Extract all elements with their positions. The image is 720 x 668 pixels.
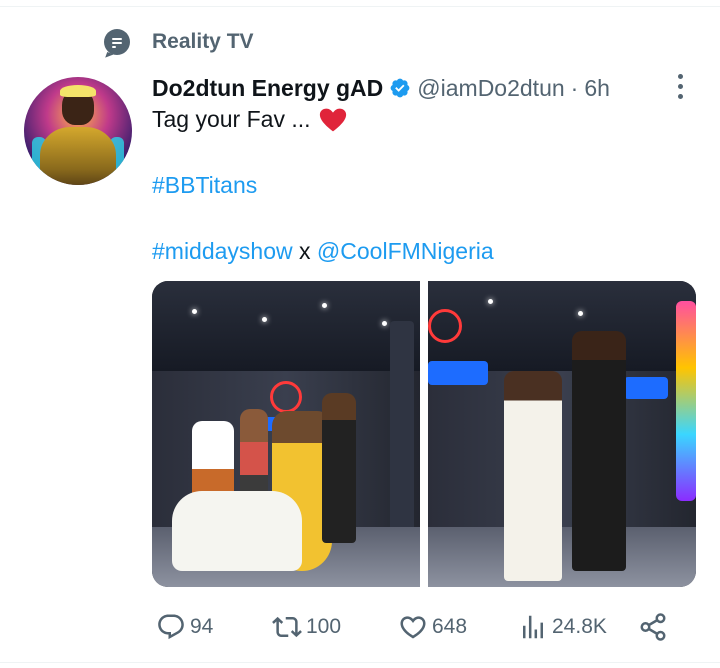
separator-dot: ·	[570, 74, 579, 101]
author-handle[interactable]: @iamDo2dtun	[417, 75, 564, 102]
tweet-actions: 94 100 648 24.8K	[152, 610, 682, 644]
like-button[interactable]: 648	[398, 610, 467, 644]
photo-1[interactable]	[152, 281, 420, 587]
display-name[interactable]: Do2dtun Energy gAD	[152, 75, 383, 102]
photo-2[interactable]	[428, 281, 696, 587]
connector-text: x	[299, 238, 311, 264]
share-icon	[640, 613, 666, 641]
tweet-text: Tag your Fav ...	[152, 106, 311, 132]
hashtag-bbtitans[interactable]: #BBTitans	[152, 172, 257, 199]
views-count: 24.8K	[552, 615, 607, 638]
top-divider	[0, 6, 720, 7]
retweet-button[interactable]: 100	[272, 610, 341, 644]
views-chart-icon	[523, 615, 543, 639]
share-button[interactable]	[638, 610, 672, 644]
tweet-links-line: #middayshow x @CoolFMNigeria	[152, 238, 494, 265]
red-heart-emoji-icon	[319, 108, 346, 131]
mention-coolfmnigeria[interactable]: @CoolFMNigeria	[317, 238, 494, 264]
bottom-divider	[0, 662, 720, 663]
heart-icon	[400, 616, 426, 639]
topic-icon	[104, 29, 130, 55]
like-count: 648	[432, 615, 468, 638]
reply-button[interactable]: 94	[156, 610, 213, 644]
topic-context[interactable]: Reality TV	[104, 28, 254, 56]
media-grid	[152, 281, 696, 587]
reply-icon	[158, 614, 184, 640]
retweet-icon	[272, 616, 302, 638]
verified-badge-icon	[390, 78, 410, 98]
reply-count: 94	[190, 615, 214, 638]
avatar[interactable]	[24, 77, 132, 185]
tweet-header: Do2dtun Energy gAD @iamDo2dtun · 6h	[152, 72, 610, 104]
retweet-count: 100	[306, 615, 342, 638]
more-options-icon[interactable]	[672, 74, 688, 100]
views-button[interactable]: 24.8K	[518, 610, 607, 644]
hashtag-middayshow[interactable]: #middayshow	[152, 238, 293, 264]
topic-label[interactable]: Reality TV	[152, 30, 254, 54]
tweet-text-line: Tag your Fav ...	[152, 106, 347, 133]
timestamp[interactable]: 6h	[584, 75, 610, 102]
